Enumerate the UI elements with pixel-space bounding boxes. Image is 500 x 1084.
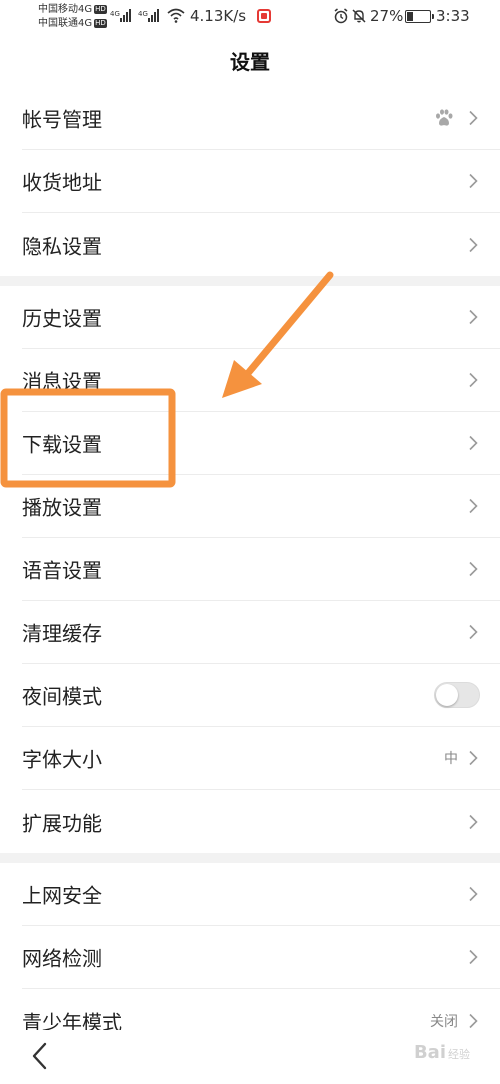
status-bar: 中国移动4G HD 中国联通4G HD 4G 4G 4.13K/s 27% 3:33 bbox=[0, 0, 500, 34]
chevron-right-icon bbox=[469, 110, 478, 126]
settings-item-label: 收货地址 bbox=[22, 170, 102, 195]
settings-item-night-mode: 夜间模式 bbox=[22, 664, 500, 727]
settings-item-playback[interactable]: 播放设置 bbox=[22, 475, 500, 538]
chevron-right-icon bbox=[469, 750, 478, 766]
settings-item-label: 下载设置 bbox=[22, 432, 102, 457]
settings-item-label: 语音设置 bbox=[22, 558, 102, 583]
section-divider bbox=[0, 853, 500, 863]
settings-item-network-check[interactable]: 网络检测 bbox=[22, 926, 500, 989]
clock: 3:33 bbox=[436, 7, 470, 25]
battery-icon bbox=[405, 10, 434, 23]
settings-item-label: 网络检测 bbox=[22, 946, 102, 971]
chevron-right-icon bbox=[469, 435, 478, 451]
mute-bell-icon bbox=[352, 9, 366, 23]
wifi-icon bbox=[167, 8, 185, 23]
section-divider bbox=[0, 276, 500, 286]
settings-item-label: 扩展功能 bbox=[22, 811, 102, 835]
font-size-value: 中 bbox=[444, 751, 458, 767]
watermark: Bai 经验 bbox=[414, 1042, 470, 1063]
settings-item-web-security[interactable]: 上网安全 bbox=[22, 863, 500, 926]
chevron-right-icon bbox=[469, 173, 478, 189]
chevron-right-icon bbox=[469, 814, 478, 829]
settings-item-messages[interactable]: 消息设置 bbox=[22, 349, 500, 412]
chevron-right-icon bbox=[469, 561, 478, 577]
network-type-1: 4G bbox=[110, 10, 120, 18]
settings-item-label: 隐私设置 bbox=[22, 234, 102, 258]
chevron-right-icon bbox=[469, 886, 478, 902]
settings-item-address[interactable]: 收货地址 bbox=[22, 150, 500, 213]
signal-bars-1-icon bbox=[120, 8, 134, 22]
toggle-knob bbox=[436, 684, 458, 706]
settings-item-font-size[interactable]: 字体大小 中 bbox=[22, 727, 500, 790]
bottom-bar: Bai 经验 bbox=[0, 1030, 500, 1084]
title-bar: 设置 bbox=[0, 34, 500, 86]
settings-item-privacy[interactable]: 隐私设置 bbox=[22, 213, 500, 276]
network-type-2: 4G bbox=[138, 10, 148, 18]
carrier-primary: 中国移动4G HD bbox=[38, 4, 107, 15]
settings-item-extensions[interactable]: 扩展功能 bbox=[22, 790, 500, 853]
watermark-logo: Bai bbox=[413, 1042, 446, 1063]
network-speed: 4.13K/s bbox=[190, 7, 247, 25]
carrier-secondary: 中国联通4G HD bbox=[38, 18, 107, 29]
paw-icon bbox=[436, 109, 453, 126]
chevron-right-icon bbox=[469, 309, 478, 325]
battery-percent: 27% bbox=[370, 7, 404, 25]
settings-item-label: 帐号管理 bbox=[22, 107, 102, 132]
chevron-right-icon bbox=[469, 372, 478, 388]
settings-item-clear-cache[interactable]: 清理缓存 bbox=[22, 601, 500, 664]
settings-item-label: 上网安全 bbox=[22, 883, 102, 908]
settings-item-label: 夜间模式 bbox=[22, 684, 102, 709]
settings-item-download[interactable]: 下载设置 bbox=[22, 412, 500, 475]
settings-item-label: 历史设置 bbox=[22, 306, 102, 331]
settings-item-label: 字体大小 bbox=[22, 747, 102, 772]
screen-record-icon bbox=[257, 9, 271, 23]
night-mode-toggle[interactable] bbox=[434, 682, 480, 708]
settings-item-label: 消息设置 bbox=[22, 369, 102, 394]
settings-item-history[interactable]: 历史设置 bbox=[22, 286, 500, 349]
chevron-right-icon bbox=[469, 624, 478, 640]
settings-item-label: 播放设置 bbox=[22, 495, 102, 520]
chevron-right-icon bbox=[469, 949, 478, 965]
chevron-right-icon bbox=[469, 1013, 478, 1028]
back-arrow-icon[interactable] bbox=[30, 1042, 50, 1070]
chevron-right-icon bbox=[469, 237, 478, 252]
settings-item-label: 清理缓存 bbox=[22, 621, 102, 646]
alarm-icon bbox=[334, 8, 348, 24]
settings-item-voice[interactable]: 语音设置 bbox=[22, 538, 500, 601]
signal-bars-2-icon bbox=[148, 8, 162, 22]
page-title: 设置 bbox=[230, 49, 270, 74]
teen-mode-value: 关闭 bbox=[430, 1013, 458, 1030]
settings-item-account[interactable]: 帐号管理 bbox=[22, 87, 500, 150]
watermark-suffix: 经验 bbox=[448, 1048, 470, 1061]
chevron-right-icon bbox=[469, 498, 478, 514]
settings-list: 帐号管理 收货地址 隐私设置 历史设置 消息设置 下载设置 播放设置 语音设置 bbox=[0, 87, 500, 1052]
